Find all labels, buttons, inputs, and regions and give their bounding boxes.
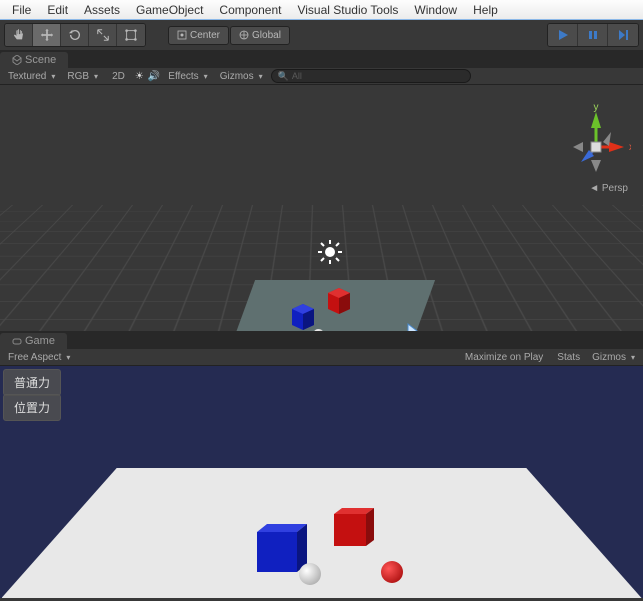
maximize-toggle[interactable]: Maximize on Play xyxy=(459,352,549,363)
step-button[interactable] xyxy=(608,24,638,46)
svg-text:x: x xyxy=(629,142,631,153)
game-white-sphere xyxy=(299,563,321,585)
hand-tool[interactable] xyxy=(5,24,33,46)
rect-tool[interactable] xyxy=(117,24,145,46)
red-cube-object xyxy=(324,285,354,315)
menu-component[interactable]: Component xyxy=(211,3,289,17)
scene-viewport[interactable]: y x Persp xyxy=(0,85,643,331)
move-tool[interactable] xyxy=(33,24,61,46)
menu-edit[interactable]: Edit xyxy=(39,3,76,17)
2d-toggle[interactable]: 2D xyxy=(106,71,131,82)
projection-label[interactable]: Persp xyxy=(589,183,628,194)
menu-vstools[interactable]: Visual Studio Tools xyxy=(289,3,406,17)
scene-tab-bar: Scene xyxy=(0,50,643,68)
game-floor xyxy=(2,468,642,598)
menu-window[interactable]: Window xyxy=(406,3,465,17)
pivot-mode[interactable]: Center xyxy=(168,26,229,45)
force-button-1[interactable]: 普通力 xyxy=(3,369,61,396)
game-icon xyxy=(12,336,22,346)
tab-game[interactable]: Game xyxy=(0,333,67,349)
rotation-mode[interactable]: Global xyxy=(230,26,290,45)
menu-assets[interactable]: Assets xyxy=(76,3,128,17)
menu-bar: File Edit Assets GameObject Component Vi… xyxy=(0,0,643,20)
play-button[interactable] xyxy=(548,24,578,46)
menu-gameobject[interactable]: GameObject xyxy=(128,3,211,17)
blue-cube-object xyxy=(288,301,318,331)
game-toolbar: Free Aspect Maximize on Play Stats Gizmo… xyxy=(0,349,643,366)
game-gizmos-dropdown[interactable]: Gizmos xyxy=(588,352,639,363)
menu-file[interactable]: File xyxy=(4,3,39,17)
light-gizmo-icon xyxy=(318,240,342,264)
tab-scene[interactable]: Scene xyxy=(0,52,68,68)
audio-icon[interactable]: 🔊 xyxy=(148,71,160,82)
scene-toolbar: Textured RGB 2D ☀ 🔊 Effects Gizmos 🔍All xyxy=(0,68,643,85)
force-button-2[interactable]: 位置力 xyxy=(3,394,61,421)
scene-icon xyxy=(12,55,22,65)
effects-dropdown[interactable]: Effects xyxy=(164,71,211,82)
gizmos-dropdown[interactable]: Gizmos xyxy=(216,71,267,82)
menu-help[interactable]: Help xyxy=(465,3,506,17)
orientation-gizmo[interactable]: y x xyxy=(561,100,631,190)
scene-search[interactable]: 🔍All xyxy=(271,69,471,83)
game-red-sphere xyxy=(381,561,403,583)
cursor-icon xyxy=(407,323,423,331)
aspect-dropdown[interactable]: Free Aspect xyxy=(4,352,74,363)
game-red-cube xyxy=(330,506,374,550)
game-viewport[interactable]: 普通力 位置力 xyxy=(0,366,643,598)
shading-mode[interactable]: Textured xyxy=(4,71,59,82)
pause-button[interactable] xyxy=(578,24,608,46)
game-tab-bar: Game xyxy=(0,331,643,349)
play-controls xyxy=(547,23,639,47)
svg-text:y: y xyxy=(594,102,599,113)
render-mode[interactable]: RGB xyxy=(63,71,102,82)
main-toolbar: Center Global xyxy=(0,20,643,50)
stats-toggle[interactable]: Stats xyxy=(551,352,586,363)
rotate-tool[interactable] xyxy=(61,24,89,46)
transform-tools xyxy=(4,23,146,47)
scale-tool[interactable] xyxy=(89,24,117,46)
light-icon[interactable]: ☀ xyxy=(135,71,144,82)
